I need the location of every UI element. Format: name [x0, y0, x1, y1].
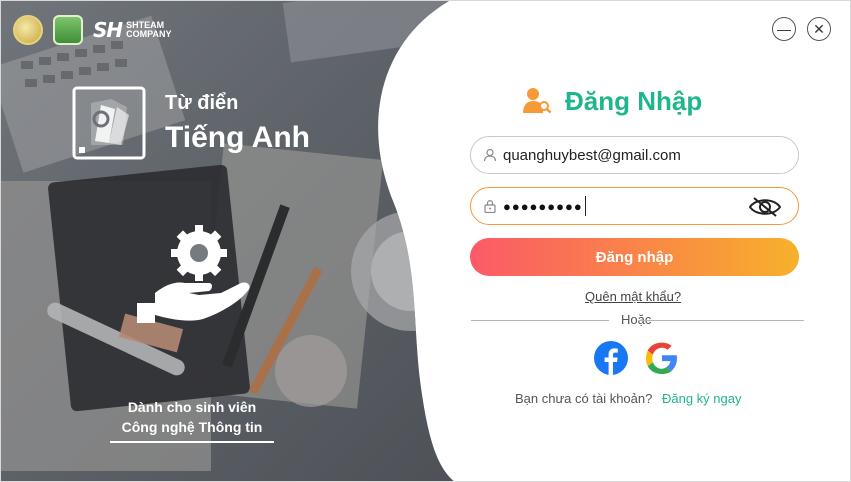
password-field[interactable]: ●●●●●●●●●: [470, 187, 799, 225]
show-password-eye-icon[interactable]: [748, 195, 782, 219]
no-account-label: Bạn chưa có tài khoản?: [515, 391, 653, 406]
tagline-line1: Dành cho sinh viên: [127, 399, 257, 415]
signup-link[interactable]: Đăng ký ngay: [662, 391, 742, 406]
tagline: Dành cho sinh viên Công nghệ Thông tin: [99, 397, 285, 437]
lock-icon: [483, 199, 497, 213]
login-title: Đăng Nhập: [521, 85, 702, 117]
login-title-text: Đăng Nhập: [565, 85, 703, 116]
user-icon: [483, 148, 497, 162]
dictionary-app-icon: [72, 86, 146, 160]
app-title-line2: Tiếng Anh: [165, 120, 310, 154]
shteam-mark: SH: [93, 18, 123, 42]
email-field[interactable]: [470, 136, 799, 174]
app-title-text: Từ điển Tiếng Anh: [165, 92, 310, 155]
or-divider: Hoặc: [471, 312, 804, 328]
faculty-logo-icon: [53, 15, 83, 45]
shteam-logo: SH SHTEAM COMPANY: [93, 18, 172, 42]
app-title-block: Từ điển Tiếng Anh: [71, 85, 310, 161]
login-button[interactable]: Đăng nhập: [470, 238, 799, 276]
shteam-name-line2: COMPANY: [126, 29, 172, 39]
tagline-underline: [110, 441, 274, 443]
hand-gear-icon: [137, 225, 250, 323]
forgot-password-link[interactable]: Quên mật khẩu?: [585, 289, 681, 304]
login-window: SH SHTEAM COMPANY Từ điển Tiếng Anh Dành…: [0, 0, 851, 482]
tagline-line2: Công nghệ Thông tin: [121, 419, 263, 435]
minimize-button[interactable]: —: [772, 17, 796, 41]
app-title-line1: Từ điển: [165, 91, 239, 114]
google-login-icon[interactable]: [645, 341, 679, 375]
minimize-icon: —: [777, 21, 791, 37]
brand-logos: SH SHTEAM COMPANY: [13, 15, 172, 45]
shteam-name: SHTEAM COMPANY: [126, 21, 171, 39]
facebook-login-icon[interactable]: [594, 341, 628, 375]
signup-row: Bạn chưa có tài khoản? Đăng ký ngay: [515, 391, 741, 406]
email-input[interactable]: [503, 146, 743, 164]
close-button[interactable]: ✕: [807, 17, 831, 41]
divider-line-left: [471, 320, 609, 321]
school-logo-icon: [13, 15, 43, 45]
close-icon: ✕: [813, 20, 825, 37]
text-caret: [584, 196, 586, 216]
divider-line-right: [639, 320, 804, 321]
password-input[interactable]: ●●●●●●●●●: [503, 199, 583, 214]
user-key-icon: [523, 88, 552, 114]
